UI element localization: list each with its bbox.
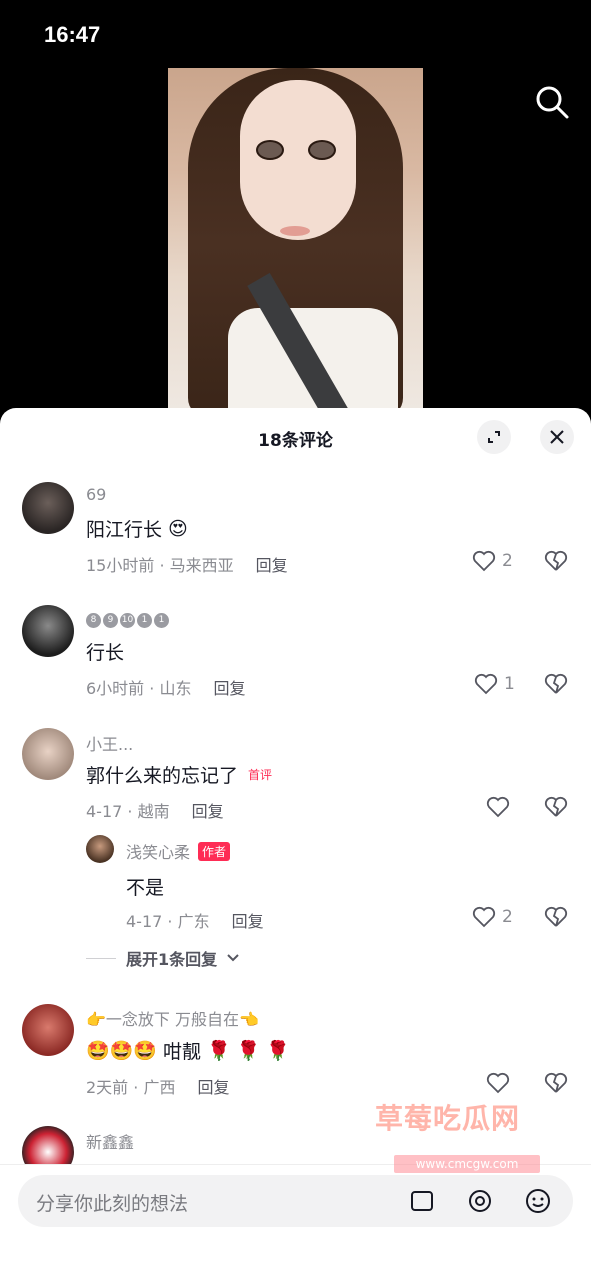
mention-button[interactable] [466,1187,494,1215]
close-button[interactable] [540,420,574,454]
search-icon [536,86,569,119]
avatar[interactable] [22,1004,74,1056]
video-lips [280,226,310,236]
close-icon [550,430,564,444]
rose-emoji-icon: 🌹 🌹 🌹 [207,1040,291,1062]
chevron-down-icon [227,954,239,962]
comment-time-location: 15小时前 · 马来西亚 [86,556,234,575]
watermark-url: www.cmcgw.com [394,1155,540,1173]
username-badge: 10 [120,613,135,628]
divider-line [86,957,116,959]
like-button[interactable] [486,796,510,818]
like-button[interactable] [486,1072,510,1094]
status-time: 16:47 [44,22,101,47]
video-eye [256,140,284,160]
comment-text-body: 咁靓 [162,1041,201,1063]
heart-eyes-emoji-icon: 😍 [168,517,188,540]
reply-button[interactable]: 回复 [192,798,224,822]
video-thumbnail[interactable] [168,68,423,418]
dislike-button[interactable] [544,796,568,822]
emoji-icon [526,1189,550,1213]
like-button[interactable]: 2 [472,906,513,928]
username-badge: 1 [154,613,169,628]
broken-heart-icon [544,673,568,694]
video-eye [308,140,336,160]
like-count: 2 [502,907,513,927]
avatar[interactable] [22,605,74,657]
comment-username[interactable]: 小王... [86,731,133,755]
reply-username-row: 浅笑心柔 作者 [126,839,231,863]
heart-outline-icon [472,906,496,928]
like-count: 1 [504,674,515,694]
reply-button[interactable]: 回复 [197,1074,229,1098]
comments-sheet: 18条评论 69 阳江行长 😍 15小时前 · 马来西亚 回复 2 8 9 10… [0,408,591,1280]
comment-time-location: 6小时前 · 山东 [86,679,192,698]
comment-meta: 2天前 · 广西 回复 [86,1074,229,1098]
comment-input-bar: 分享你此刻的想法 草莓吃瓜网 www.cmcgw.com [0,1102,591,1280]
comment-time-location: 4-17 · 越南 [86,802,170,821]
search-button[interactable] [532,82,572,122]
expand-replies-button[interactable]: 展开1条回复 [86,946,239,970]
first-comment-tag: 首评 [248,768,273,782]
at-icon [469,1190,491,1212]
avatar[interactable] [22,482,74,534]
dislike-button[interactable] [544,550,568,576]
heart-outline-icon [474,673,498,695]
comment-input[interactable]: 分享你此刻的想法 [18,1175,573,1227]
broken-heart-icon [544,1072,568,1093]
comment-text-body: 郭什么来的忘记了 [86,765,239,787]
reply-meta: 4-17 · 广东 回复 [126,908,264,932]
comment-text: 行长 [86,642,125,664]
comment-username[interactable]: 👉一念放下 万般自在👈 [86,1006,259,1030]
star-struck-emoji-icon: 🤩🤩🤩 [86,1040,157,1062]
expand-button[interactable] [477,420,511,454]
like-count: 2 [502,551,513,571]
username-badge: 8 [86,613,101,628]
reply-button[interactable]: 回复 [232,908,264,932]
broken-heart-icon [544,796,568,817]
comment-time-location: 2天前 · 广西 [86,1078,176,1097]
image-icon [411,1191,433,1211]
heart-outline-icon [472,550,496,572]
comment-text: 🤩🤩🤩 咁靓 🌹 🌹 🌹 [86,1037,290,1064]
expand-replies-label: 展开1条回复 [126,950,218,969]
reply-button[interactable]: 回复 [256,552,288,576]
dislike-button[interactable] [544,906,568,932]
like-button[interactable]: 2 [472,550,513,572]
comment-meta: 4-17 · 越南 回复 [86,798,224,822]
author-tag: 作者 [198,841,231,861]
comment-username[interactable]: 69 [86,485,106,504]
comment-text: 阳江行长 😍 [86,515,188,542]
broken-heart-icon [544,550,568,571]
heart-outline-icon [486,1072,510,1094]
dislike-button[interactable] [544,1072,568,1098]
image-button[interactable] [408,1187,436,1215]
dislike-button[interactable] [544,673,568,699]
comment-text: 郭什么来的忘记了 首评 [86,761,276,788]
comment-meta: 6小时前 · 山东 回复 [86,675,245,699]
like-button[interactable]: 1 [474,673,515,695]
reply-username[interactable]: 浅笑心柔 [126,839,190,863]
watermark-text: 草莓吃瓜网 [375,1102,521,1135]
video-face [240,80,356,240]
reply-button[interactable]: 回复 [213,675,245,699]
reply-time-location: 4-17 · 广东 [126,912,210,931]
expand-icon [488,431,500,443]
username-badge: 1 [137,613,152,628]
emoji-button[interactable] [524,1187,552,1215]
comment-username[interactable]: 新鑫鑫 [86,1129,134,1153]
avatar[interactable] [86,835,114,863]
username-badge: 9 [103,613,118,628]
heart-outline-icon [486,796,510,818]
comment-meta: 15小时前 · 马来西亚 回复 [86,552,288,576]
comment-text-body: 阳江行长 [86,519,163,541]
comment-username-badges[interactable]: 8 9 10 1 1 [86,607,171,628]
comment-input-placeholder: 分享你此刻的想法 [36,1193,189,1215]
avatar[interactable] [22,728,74,780]
broken-heart-icon [544,906,568,927]
reply-text: 不是 [126,877,165,899]
